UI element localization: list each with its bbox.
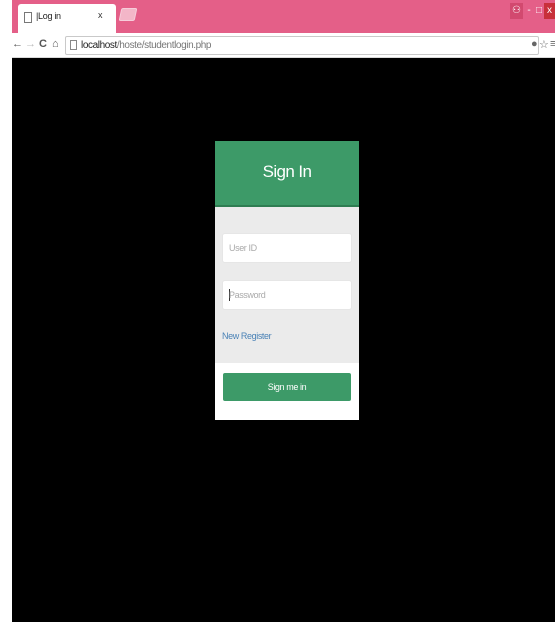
- sign-in-button[interactable]: Sign me in: [223, 373, 351, 401]
- reload-icon[interactable]: C: [39, 38, 47, 50]
- browser-tab[interactable]: |Log in x: [18, 4, 116, 33]
- user-icon[interactable]: ⚇: [510, 3, 523, 19]
- address-bar[interactable]: localhost/hoste/studentlogin.php: [65, 36, 539, 55]
- user-id-placeholder: User ID: [229, 243, 257, 253]
- new-tab-button[interactable]: [118, 8, 138, 21]
- browser-toolbar: ← → C ⌂ localhost/hoste/studentlogin.php…: [12, 33, 555, 58]
- login-card-footer: Sign me in: [215, 363, 359, 420]
- new-register-link[interactable]: New Register: [222, 331, 272, 341]
- title-bar: |Log in x ⚇ - □ x: [12, 0, 555, 33]
- login-card-header: Sign In: [215, 141, 359, 207]
- page-icon: [70, 40, 77, 50]
- maximize-button[interactable]: □: [534, 3, 544, 19]
- close-window-button[interactable]: x: [544, 3, 555, 19]
- forward-icon[interactable]: →: [25, 38, 36, 50]
- password-placeholder: Password: [229, 290, 266, 300]
- browser-window: |Log in x ⚇ - □ x ← → C ⌂ localhost/host…: [12, 0, 555, 622]
- url-host: localhost: [81, 40, 117, 51]
- user-id-input[interactable]: User ID: [222, 233, 352, 263]
- home-icon[interactable]: ⌂: [52, 38, 59, 50]
- menu-icon[interactable]: ≡: [550, 38, 555, 50]
- url-path: /hoste/studentlogin.php: [116, 40, 212, 51]
- login-card: Sign In User ID Password New Register Si…: [215, 141, 359, 420]
- url-text[interactable]: localhost/hoste/studentlogin.php: [81, 40, 211, 51]
- tab-close-button[interactable]: x: [98, 10, 103, 20]
- back-icon[interactable]: ←: [12, 38, 23, 50]
- tab-title: |Log in: [36, 11, 61, 21]
- page-title: Sign In: [262, 162, 312, 181]
- extension-icon[interactable]: ●: [531, 38, 538, 50]
- page-icon: [24, 12, 32, 23]
- minimize-button[interactable]: -: [524, 3, 534, 19]
- password-input[interactable]: Password: [222, 280, 352, 310]
- star-icon[interactable]: ☆: [539, 38, 549, 51]
